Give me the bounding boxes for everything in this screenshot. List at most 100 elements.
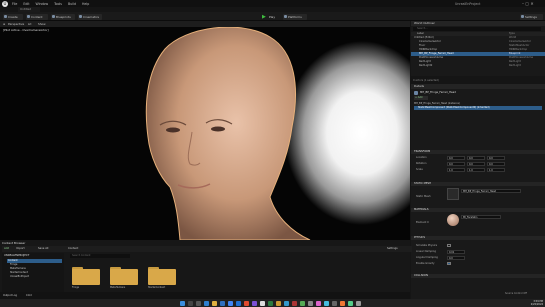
angular-damping-label: Angular Damping xyxy=(416,256,438,259)
folder-startercontent[interactable] xyxy=(148,267,176,285)
breadcrumb[interactable]: Content xyxy=(68,247,78,250)
folder-tree: UNREALENPROJECT Content Fringe MetaHuman… xyxy=(2,253,64,293)
save-all-button[interactable]: Save All xyxy=(38,247,48,250)
scale-label: Scale xyxy=(416,168,423,171)
add-component-button[interactable]: + Add xyxy=(414,96,428,100)
material-dropdown[interactable]: MI_FaceSkin xyxy=(461,215,501,219)
rotation-label: Rotation xyxy=(416,162,427,165)
content-browser-tab[interactable]: Content Browser xyxy=(2,241,25,245)
add-button[interactable]: Add xyxy=(4,247,9,250)
tree-item-content[interactable]: Content xyxy=(7,259,62,263)
gear-icon xyxy=(521,15,524,18)
editor-window: U File Edit Window Tools Build Help Unre… xyxy=(0,0,545,307)
menu-edit[interactable]: Edit xyxy=(23,2,29,6)
content-icon xyxy=(27,15,30,18)
unreal-taskbar-icon[interactable] xyxy=(260,300,265,306)
location-label: Location xyxy=(416,156,427,159)
content-settings-button[interactable]: Settings xyxy=(387,247,398,250)
app-icon[interactable] xyxy=(300,300,305,306)
task-view-icon[interactable] xyxy=(196,300,201,306)
enable-gravity-checkbox[interactable] xyxy=(447,261,451,265)
play-icon[interactable]: ▶ xyxy=(262,14,267,20)
static-mesh-dropdown[interactable]: MH_BP_Fringe_Ferrari_Head xyxy=(461,189,521,193)
play-label[interactable]: Play xyxy=(269,14,275,20)
component-selected[interactable]: StaticMeshComponent (StaticMeshComponent… xyxy=(414,106,542,110)
source-control-status[interactable]: Source Control Off xyxy=(505,292,527,295)
scale-z[interactable]: 1.0 xyxy=(487,167,505,172)
rotation-x[interactable]: 0.0 xyxy=(447,161,465,166)
search-icon[interactable] xyxy=(188,300,193,306)
materials-section[interactable]: MATERIALS xyxy=(411,208,545,212)
tree-root[interactable]: UNREALENPROJECT xyxy=(4,254,29,257)
folder-fringe[interactable] xyxy=(72,267,100,285)
rotation-z[interactable]: 0.0 xyxy=(487,161,505,166)
menu-tools[interactable]: Tools xyxy=(54,2,62,6)
app-icon[interactable] xyxy=(268,300,273,306)
cinematics-button[interactable]: Cinematics xyxy=(78,13,102,20)
start-icon[interactable] xyxy=(180,300,185,306)
location-x[interactable]: 0.0 xyxy=(447,155,465,160)
create-button[interactable]: Create xyxy=(3,13,23,20)
scale-x[interactable]: 1.0 xyxy=(447,167,465,172)
blueprints-button[interactable]: Blueprints xyxy=(51,13,75,20)
blueprint-icon xyxy=(52,15,55,18)
app-icon[interactable] xyxy=(324,300,329,306)
app-icon[interactable] xyxy=(252,300,257,306)
location-z[interactable]: 0.0 xyxy=(487,155,505,160)
chrome-icon[interactable] xyxy=(228,300,233,306)
physics-section[interactable]: PHYSICS xyxy=(411,236,545,240)
app-icon[interactable] xyxy=(356,300,361,306)
platforms-button[interactable]: Platforms xyxy=(283,13,307,20)
store-icon[interactable] xyxy=(220,300,225,306)
tree-item[interactable]: Fringe xyxy=(10,263,17,266)
folder-label: Fringe xyxy=(72,286,80,289)
unreal-logo-icon[interactable]: U xyxy=(2,0,8,7)
app-icon[interactable] xyxy=(284,300,289,306)
tree-item[interactable]: UnrealEnProject xyxy=(10,275,29,278)
edge-icon[interactable] xyxy=(204,300,209,306)
import-button[interactable]: Import xyxy=(16,247,25,250)
app-icon[interactable] xyxy=(316,300,321,306)
material-preview-icon[interactable] xyxy=(447,214,459,226)
outliner-search-input[interactable]: Search... xyxy=(413,27,541,31)
file-explorer-icon[interactable] xyxy=(212,300,217,306)
menu-window[interactable]: Window xyxy=(36,2,49,6)
linear-damping-input[interactable]: 0.01 xyxy=(447,249,465,254)
clock-date[interactable]: 2/20/2024 xyxy=(524,303,543,306)
app-icon[interactable] xyxy=(292,300,297,306)
scale-y[interactable]: 1.0 xyxy=(467,167,485,172)
transform-section[interactable]: TRANSFORM xyxy=(411,150,545,154)
level-viewport[interactable]: [Pilot Active - OverCameraActor] xyxy=(0,27,410,240)
material-slot-label: Element 0 xyxy=(416,221,429,224)
content-button[interactable]: Content xyxy=(26,13,48,20)
details-title: Details xyxy=(411,84,545,89)
angular-damping-input[interactable]: 0.0 xyxy=(447,255,465,260)
outliner-row[interactable]: RectLight2 RectLight xyxy=(411,64,545,68)
tree-item[interactable]: MetaHumans xyxy=(10,267,26,270)
app-icon[interactable] xyxy=(276,300,281,306)
tree-item[interactable]: StarterContent xyxy=(10,271,28,274)
location-y[interactable]: 0.0 xyxy=(467,155,485,160)
cmd-button[interactable]: Cmd xyxy=(26,294,32,297)
window-controls[interactable]: – ▢ ✕ xyxy=(522,1,534,6)
settings-button[interactable]: Settings xyxy=(520,13,543,20)
app-icon[interactable] xyxy=(348,300,353,306)
folder-metahumans[interactable] xyxy=(110,267,138,285)
static-mesh-section[interactable]: STATIC MESH xyxy=(411,182,545,186)
app-icon[interactable] xyxy=(332,300,337,306)
mesh-thumbnail-icon[interactable] xyxy=(447,188,459,200)
enable-gravity-label: Enable Gravity xyxy=(416,262,435,265)
menu-file[interactable]: File xyxy=(12,2,17,6)
content-search-input[interactable]: Search Content xyxy=(70,254,130,258)
output-log-button[interactable]: Output Log xyxy=(3,294,17,297)
app-icon[interactable] xyxy=(340,300,345,306)
rotation-y[interactable]: 0.0 xyxy=(467,161,485,166)
mail-icon[interactable] xyxy=(236,300,241,306)
folder-label: StarterContent xyxy=(148,286,166,289)
app-icon[interactable] xyxy=(244,300,249,306)
menu-help[interactable]: Help xyxy=(82,2,89,6)
menu-build[interactable]: Build xyxy=(68,2,76,6)
collision-section[interactable]: COLLISION xyxy=(411,274,545,278)
app-icon[interactable] xyxy=(308,300,313,306)
simulate-physics-checkbox[interactable] xyxy=(447,243,451,247)
